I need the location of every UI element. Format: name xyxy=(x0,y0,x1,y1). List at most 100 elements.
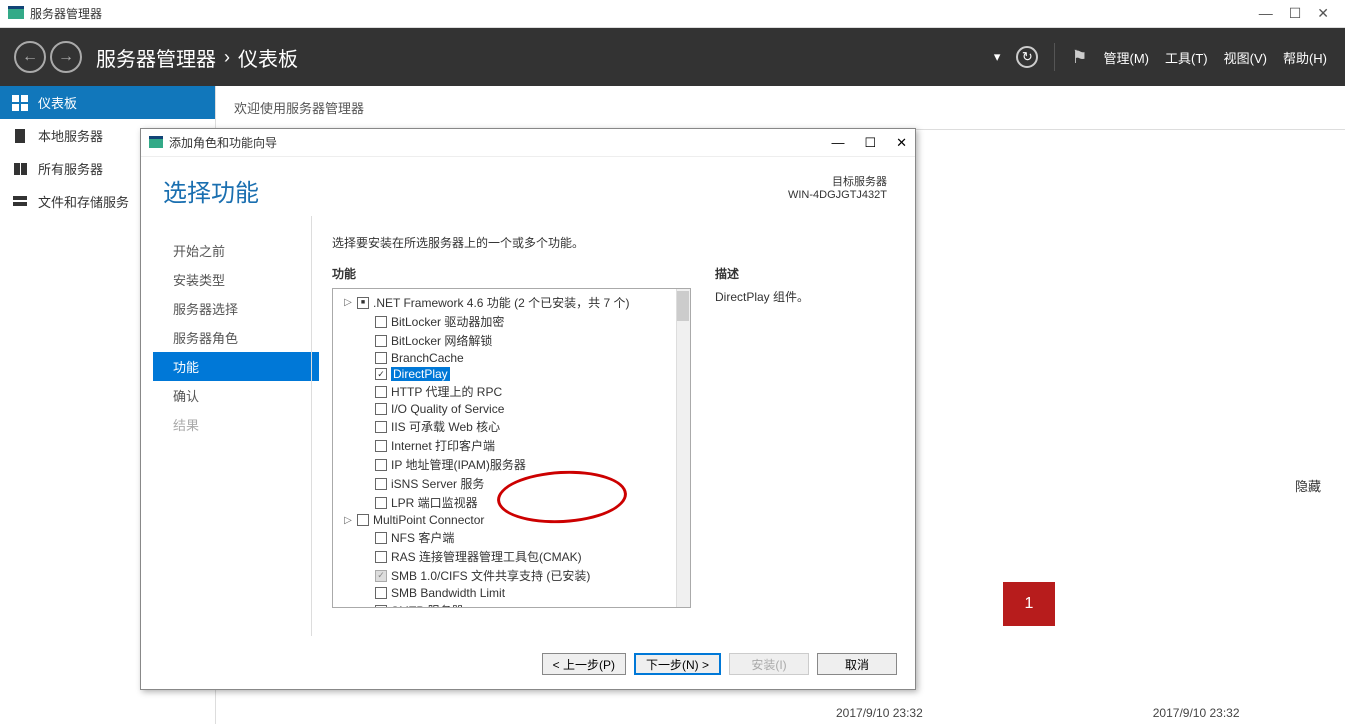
dialog-maximize-button[interactable]: ☐ xyxy=(864,135,876,151)
feature-checkbox[interactable] xyxy=(357,514,369,526)
wizard-step[interactable]: 安装类型 xyxy=(169,265,311,294)
wizard-step[interactable]: 确认 xyxy=(169,381,311,410)
feature-label: HTTP 代理上的 RPC xyxy=(391,383,502,400)
menu-manage[interactable]: 管理(M) xyxy=(1104,48,1150,67)
dialog-close-button[interactable]: ✕ xyxy=(896,135,907,151)
feature-checkbox[interactable] xyxy=(375,352,387,364)
feature-checkbox[interactable] xyxy=(375,386,387,398)
feature-checkbox[interactable] xyxy=(375,459,387,471)
target-server-info: 目标服务器 WIN-4DGJGTJ432T xyxy=(788,173,887,201)
wizard-instruction: 选择要安装在所选服务器上的一个或多个功能。 xyxy=(332,234,895,251)
feature-item[interactable]: IIS 可承载 Web 核心 xyxy=(339,417,684,436)
app-icon xyxy=(8,6,24,22)
hide-link[interactable]: 隐藏 xyxy=(1295,476,1321,495)
feature-item[interactable]: BitLocker 网络解锁 xyxy=(339,331,684,350)
timestamps: 2017/9/10 23:32 2017/9/10 23:32 xyxy=(836,706,1240,720)
servers-icon xyxy=(12,161,28,177)
feature-checkbox[interactable] xyxy=(375,605,387,608)
feature-label: RAS 连接管理器管理工具包(CMAK) xyxy=(391,548,582,565)
feature-item[interactable]: SMB Bandwidth Limit xyxy=(339,585,684,601)
feature-item[interactable]: SMB 1.0/CIFS 文件共享支持 (已安装) xyxy=(339,566,684,585)
feature-label: BranchCache xyxy=(391,351,464,365)
target-server-name: WIN-4DGJGTJ432T xyxy=(788,189,887,201)
features-column-head: 功能 xyxy=(332,265,691,282)
feature-item[interactable]: LPR 端口监视器 xyxy=(339,493,684,512)
feature-item[interactable]: BranchCache xyxy=(339,350,684,366)
sidebar-item-label: 本地服务器 xyxy=(38,126,103,145)
dropdown-icon[interactable]: ▾ xyxy=(994,49,1001,65)
install-button[interactable]: 安装(I) xyxy=(729,653,809,675)
feature-checkbox[interactable] xyxy=(375,335,387,347)
feature-checkbox[interactable] xyxy=(375,570,387,582)
back-button[interactable]: ← xyxy=(14,41,46,73)
scroll-thumb[interactable] xyxy=(677,291,689,321)
feature-checkbox[interactable] xyxy=(375,403,387,415)
tree-expander-icon[interactable]: ▷ xyxy=(343,515,353,526)
feature-label: LPR 端口监视器 xyxy=(391,494,478,511)
storage-icon xyxy=(12,194,28,210)
feature-label: SMB 1.0/CIFS 文件共享支持 (已安装) xyxy=(391,567,590,584)
breadcrumb: 服务器管理器 › 仪表板 xyxy=(96,43,994,72)
feature-label: .NET Framework 4.6 功能 (2 个已安装，共 7 个) xyxy=(373,294,629,311)
feature-checkbox[interactable] xyxy=(375,368,387,380)
feature-checkbox[interactable] xyxy=(375,497,387,509)
feature-checkbox[interactable] xyxy=(375,532,387,544)
window-title: 服务器管理器 xyxy=(30,5,1259,22)
minimize-button[interactable]: — xyxy=(1259,5,1273,22)
target-server-label: 目标服务器 xyxy=(788,173,887,189)
feature-checkbox[interactable] xyxy=(357,297,369,309)
description-column-head: 描述 xyxy=(715,265,895,282)
feature-item[interactable]: RAS 连接管理器管理工具包(CMAK) xyxy=(339,547,684,566)
timestamp-2: 2017/9/10 23:32 xyxy=(1153,706,1240,720)
feature-item[interactable]: BitLocker 驱动器加密 xyxy=(339,312,684,331)
tree-expander-icon[interactable]: ▷ xyxy=(343,297,353,308)
menu-tools[interactable]: 工具(T) xyxy=(1165,48,1208,67)
feature-item[interactable]: IP 地址管理(IPAM)服务器 xyxy=(339,455,684,474)
alert-badge[interactable]: 1 xyxy=(1003,582,1055,626)
feature-item[interactable]: ▷MultiPoint Connector xyxy=(339,512,684,528)
dialog-minimize-button[interactable]: — xyxy=(831,135,844,151)
previous-button[interactable]: < 上一步(P) xyxy=(542,653,626,675)
feature-checkbox[interactable] xyxy=(375,316,387,328)
feature-checkbox[interactable] xyxy=(375,478,387,490)
feature-checkbox[interactable] xyxy=(375,421,387,433)
sidebar-item-label: 所有服务器 xyxy=(38,159,103,178)
sidebar-item-dashboard[interactable]: 仪表板 xyxy=(0,86,215,119)
feature-item[interactable]: I/O Quality of Service xyxy=(339,401,684,417)
feature-checkbox[interactable] xyxy=(375,551,387,563)
wizard-step[interactable]: 服务器选择 xyxy=(169,294,311,323)
feature-item[interactable]: Internet 打印客户端 xyxy=(339,436,684,455)
cancel-button[interactable]: 取消 xyxy=(817,653,897,675)
feature-checkbox[interactable] xyxy=(375,440,387,452)
feature-item[interactable]: DirectPlay xyxy=(339,366,684,382)
dialog-title: 添加角色和功能向导 xyxy=(169,134,831,151)
feature-checkbox[interactable] xyxy=(375,587,387,599)
scrollbar[interactable] xyxy=(676,289,690,607)
close-button[interactable]: ✕ xyxy=(1317,5,1329,22)
breadcrumb-leaf[interactable]: 仪表板 xyxy=(238,43,298,72)
feature-label: DirectPlay xyxy=(391,367,450,381)
menu-view[interactable]: 视图(V) xyxy=(1224,48,1267,67)
breadcrumb-root[interactable]: 服务器管理器 xyxy=(96,43,216,72)
feature-label: IIS 可承载 Web 核心 xyxy=(391,418,500,435)
feature-label: Internet 打印客户端 xyxy=(391,437,495,454)
feature-item[interactable]: SMTP 服务器 xyxy=(339,601,684,607)
menu-help[interactable]: 帮助(H) xyxy=(1283,48,1327,67)
refresh-icon[interactable]: ↻ xyxy=(1016,46,1038,68)
feature-item[interactable]: HTTP 代理上的 RPC xyxy=(339,382,684,401)
feature-item[interactable]: ▷ .NET Framework 4.6 功能 (2 个已安装，共 7 个) xyxy=(339,293,684,312)
feature-label: SMTP 服务器 xyxy=(391,602,463,607)
maximize-button[interactable]: ☐ xyxy=(1289,5,1302,22)
feature-item[interactable]: NFS 客户端 xyxy=(339,528,684,547)
sidebar-item-label: 仪表板 xyxy=(38,93,77,112)
notifications-flag-icon[interactable]: ⚑ xyxy=(1071,47,1087,68)
forward-button[interactable]: → xyxy=(50,41,82,73)
feature-item[interactable]: iSNS Server 服务 xyxy=(339,474,684,493)
wizard-icon xyxy=(149,136,163,150)
wizard-step[interactable]: 功能 xyxy=(153,352,319,381)
next-button[interactable]: 下一步(N) > xyxy=(634,653,721,675)
dialog-titlebar: 添加角色和功能向导 — ☐ ✕ xyxy=(141,129,915,157)
chevron-right-icon: › xyxy=(224,47,230,68)
wizard-step[interactable]: 开始之前 xyxy=(169,236,311,265)
wizard-step[interactable]: 服务器角色 xyxy=(169,323,311,352)
